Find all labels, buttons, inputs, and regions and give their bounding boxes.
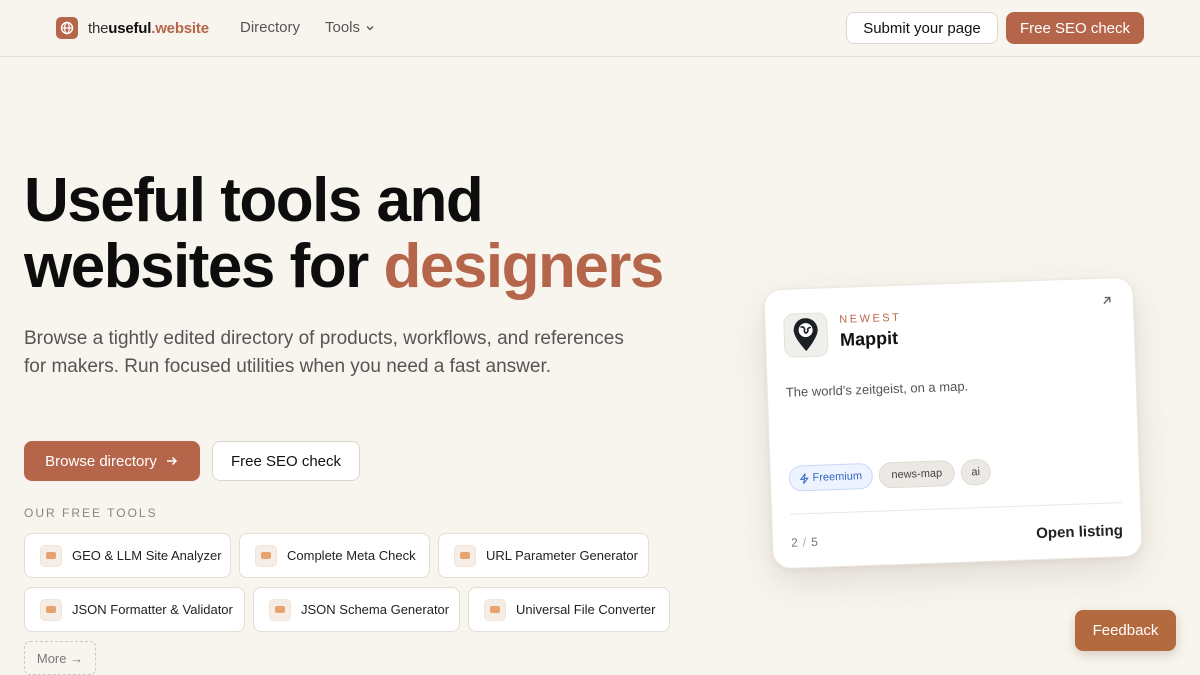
browse-directory-button[interactable]: Browse directory bbox=[24, 441, 200, 481]
arrow-up-right-icon[interactable] bbox=[1101, 294, 1113, 306]
hero-title-line1: Useful tools and bbox=[24, 166, 484, 235]
tool-icon bbox=[40, 598, 62, 621]
pager-total: 5 bbox=[810, 534, 820, 550]
tool-icon bbox=[40, 544, 62, 567]
tag-news-map[interactable]: news-map bbox=[878, 459, 956, 489]
card-pager: 2/5 bbox=[791, 535, 819, 550]
tool-label: JSON Schema Generator bbox=[301, 602, 450, 617]
tag-freemium[interactable]: Freemium bbox=[788, 462, 874, 492]
tool-json-formatter[interactable]: JSON Formatter & Validator bbox=[24, 587, 245, 632]
tool-geo-llm-analyzer[interactable]: GEO & LLM Site Analyzer bbox=[24, 533, 231, 578]
map-pin-globe-icon bbox=[783, 312, 829, 358]
header-seo-check-button[interactable]: Free SEO check bbox=[1006, 12, 1144, 44]
tool-complete-meta-check[interactable]: Complete Meta Check bbox=[239, 533, 430, 578]
card-description: The world's zeitgeist, on a map. bbox=[785, 378, 969, 400]
logo-text: theuseful.website bbox=[88, 19, 209, 37]
hero-subtitle: Browse a tightly edited directory of pro… bbox=[24, 328, 624, 377]
hero-title: Useful tools and websites for designers bbox=[24, 168, 724, 300]
tool-icon bbox=[255, 544, 277, 567]
hero-seo-check-button[interactable]: Free SEO check bbox=[212, 441, 360, 481]
tool-label: Universal File Converter bbox=[516, 602, 656, 617]
tag-label: Freemium bbox=[812, 470, 863, 484]
more-tools-link[interactable]: More → bbox=[24, 641, 96, 675]
browse-directory-label: Browse directory bbox=[45, 452, 157, 470]
arrow-right-icon bbox=[166, 456, 177, 466]
nav-tools-label: Tools bbox=[325, 19, 361, 36]
pager-current: 2 bbox=[790, 535, 800, 550]
feedback-button[interactable]: Feedback bbox=[1075, 610, 1176, 651]
tools-section-label: OUR FREE TOOLS bbox=[24, 506, 158, 520]
hero-title-accent: designers bbox=[383, 232, 665, 301]
pager-separator: / bbox=[802, 535, 808, 550]
nav-tools[interactable]: Tools bbox=[325, 19, 375, 36]
lightning-icon bbox=[799, 472, 809, 484]
tool-label: URL Parameter Generator bbox=[486, 548, 638, 563]
tool-universal-file-converter[interactable]: Universal File Converter bbox=[468, 587, 670, 632]
tool-icon bbox=[454, 544, 476, 567]
nav-directory[interactable]: Directory bbox=[240, 19, 300, 36]
submit-page-button[interactable]: Submit your page bbox=[846, 12, 998, 44]
card-title: Mappit bbox=[839, 327, 899, 350]
newest-listing-card[interactable]: NEWEST Mappit The world's zeitgeist, on … bbox=[763, 276, 1143, 570]
tag-ai[interactable]: ai bbox=[960, 458, 992, 486]
tool-label: JSON Formatter & Validator bbox=[72, 602, 233, 617]
tool-icon bbox=[269, 598, 291, 621]
card-kicker: NEWEST bbox=[839, 311, 902, 326]
globe-icon bbox=[56, 17, 78, 39]
open-listing-link[interactable]: Open listing bbox=[1036, 522, 1123, 542]
logo[interactable]: theuseful.website bbox=[56, 17, 209, 39]
hero-title-line2: websites for bbox=[24, 232, 369, 301]
site-header: theuseful.website Directory Tools Submit… bbox=[0, 0, 1200, 57]
chevron-down-icon bbox=[366, 25, 374, 30]
tool-label: GEO & LLM Site Analyzer bbox=[72, 548, 222, 563]
tool-url-parameter-generator[interactable]: URL Parameter Generator bbox=[438, 533, 649, 578]
tool-icon bbox=[484, 598, 506, 621]
tool-label: Complete Meta Check bbox=[287, 548, 416, 563]
card-divider bbox=[790, 502, 1122, 515]
tool-json-schema-generator[interactable]: JSON Schema Generator bbox=[253, 587, 460, 632]
